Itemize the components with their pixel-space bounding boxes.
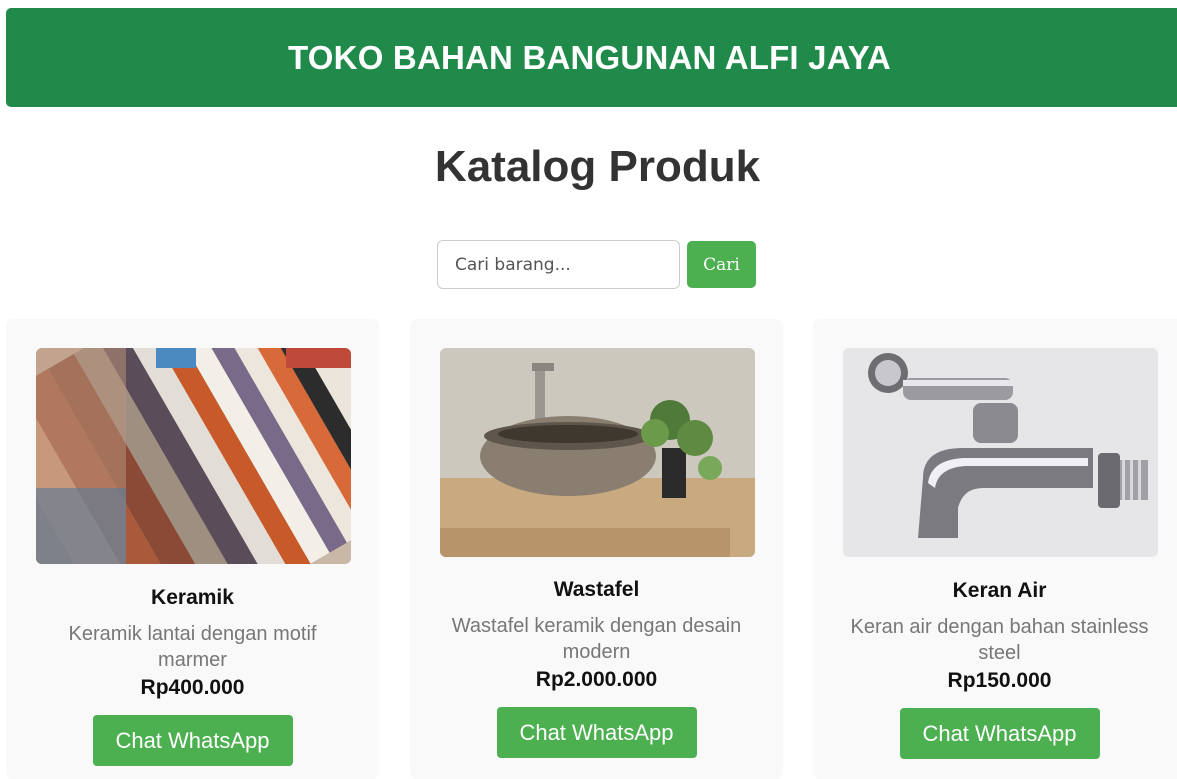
site-header: TOKO BAHAN BANGUNAN ALFI JAYA	[6, 8, 1177, 107]
chat-whatsapp-button[interactable]: Chat WhatsApp	[899, 708, 1100, 759]
ceramic-tiles-image	[36, 348, 351, 564]
search-input[interactable]	[437, 240, 680, 289]
product-name: Wastafel	[553, 578, 640, 601]
product-description: Keran air dengan bahan stainless steel	[850, 616, 1149, 664]
chat-whatsapp-button[interactable]: Chat WhatsApp	[92, 715, 293, 766]
chat-whatsapp-button[interactable]: Chat WhatsApp	[496, 707, 697, 758]
product-card-keramik: Keramik Keramik lantai dengan motif marm…	[6, 319, 379, 779]
product-price: Rp150.000	[947, 669, 1052, 692]
search-bar: Cari	[437, 240, 756, 289]
product-card-wastafel: Wastafel Wastafel keramik dengan desain …	[410, 319, 783, 779]
search-button[interactable]: Cari	[687, 241, 756, 288]
product-name: Keramik	[151, 586, 234, 609]
product-name: Keran Air	[952, 579, 1047, 602]
store-name: TOKO BAHAN BANGUNAN ALFI JAYA	[288, 38, 891, 76]
product-description: Keramik lantai dengan motif marmer	[68, 623, 317, 671]
water-faucet-image	[843, 348, 1158, 557]
product-card-keran-air: Keran Air Keran air dengan bahan stainle…	[813, 319, 1177, 779]
page-title: Katalog Produk	[434, 142, 761, 191]
product-description: Wastafel keramik dengan desain modern	[451, 615, 742, 663]
product-price: Rp2.000.000	[535, 668, 658, 691]
product-price: Rp400.000	[140, 676, 245, 699]
stone-sink-image	[440, 348, 755, 557]
